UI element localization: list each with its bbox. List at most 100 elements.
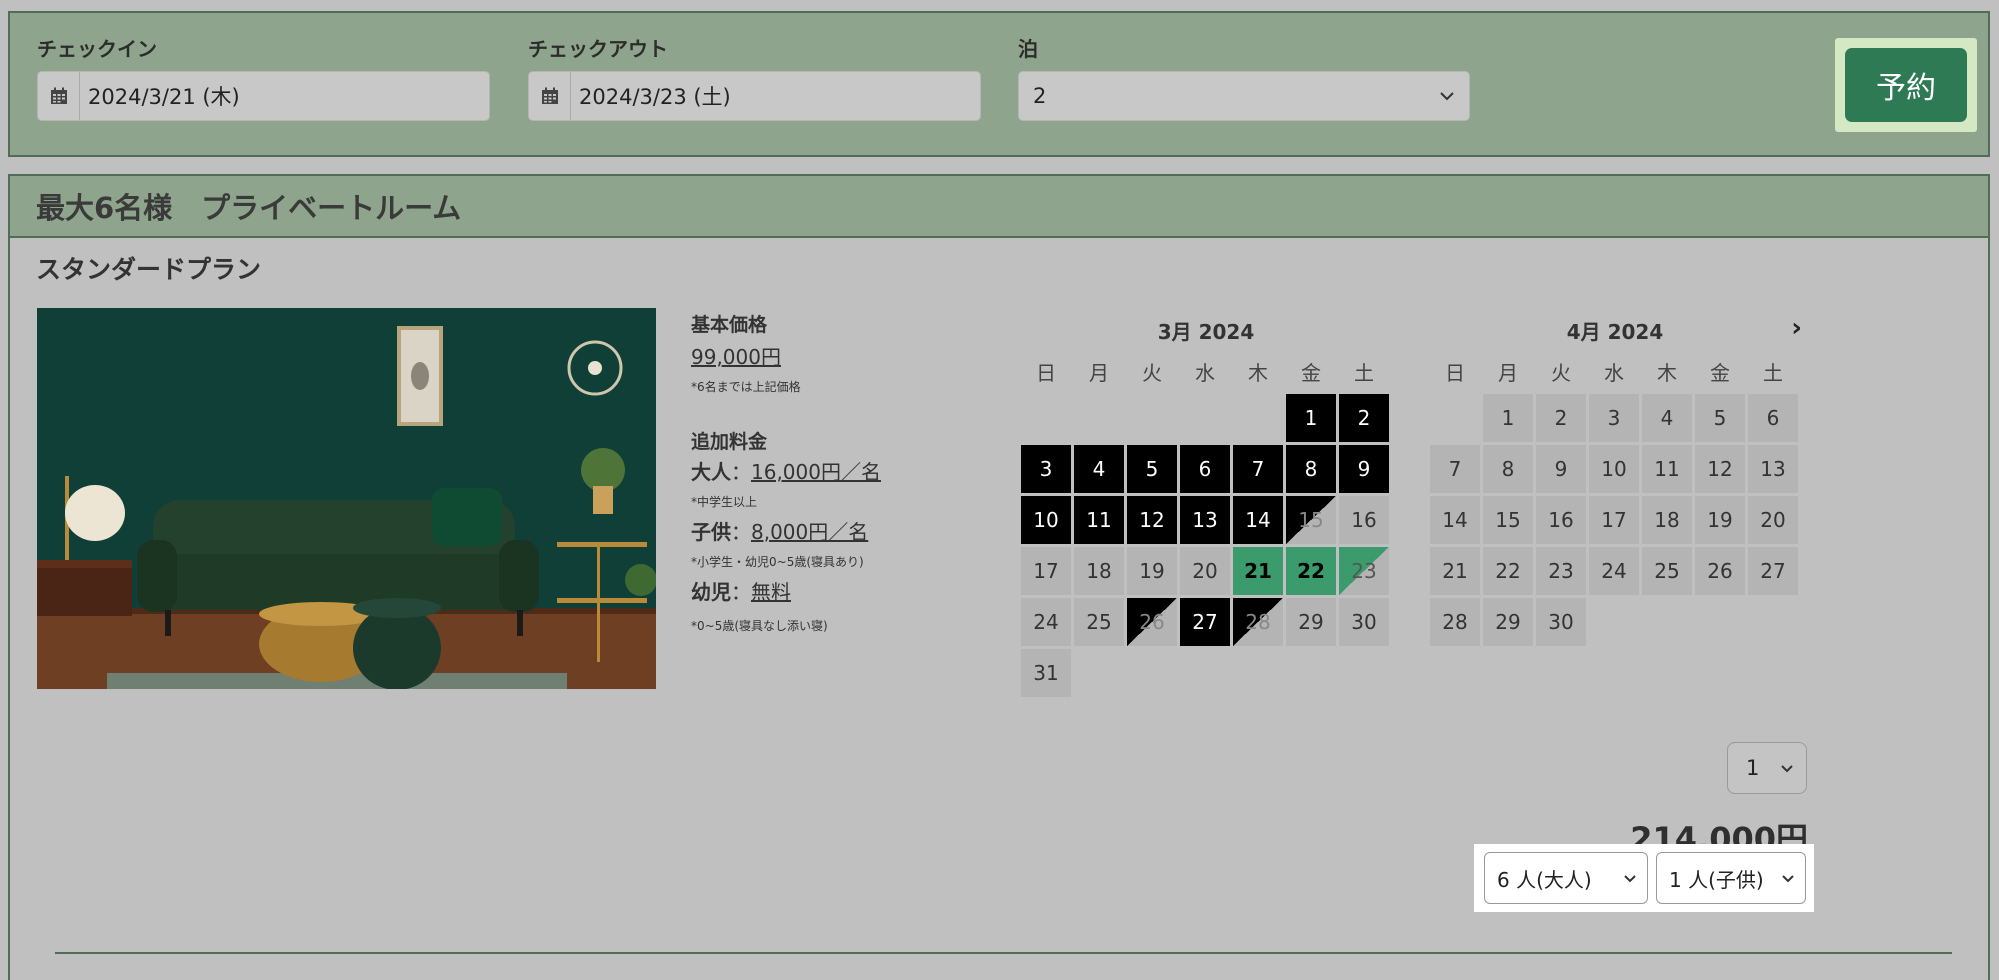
weekday-header: 月 (1498, 361, 1518, 385)
weekday-header: 火 (1551, 361, 1571, 385)
calendar-day[interactable]: 7 (1430, 445, 1480, 493)
calendar-day[interactable]: 19 (1127, 547, 1177, 595)
calendar-day: 1 (1286, 394, 1336, 442)
calendar-day[interactable]: 26 (1695, 547, 1745, 595)
calendar-day[interactable]: 14 (1430, 496, 1480, 544)
reserve-button-focus: 予約 (1835, 38, 1977, 132)
calendar-day: 8 (1286, 445, 1336, 493)
room-panel: 最大6名様 プライベートルーム スタンダードプラン 基本価格 99,000円 *… (8, 174, 1990, 980)
section-divider (55, 952, 1952, 954)
calendar-day[interactable]: 1 (1483, 394, 1533, 442)
calendar-day[interactable]: 10 (1589, 445, 1639, 493)
extra-fee-heading: 追加料金 (691, 431, 768, 453)
calendar-day[interactable]: 22 (1286, 547, 1336, 595)
calendar-day[interactable]: 23 (1339, 547, 1389, 595)
adult-price: 16,000円／名 (751, 460, 881, 484)
reserve-button[interactable]: 予約 (1845, 48, 1967, 122)
room-quantity-select[interactable]: 1 (1727, 742, 1807, 794)
weekday-header: 木 (1248, 361, 1268, 385)
calendar-day: 4 (1074, 445, 1124, 493)
calendar-day[interactable]: 8 (1483, 445, 1533, 493)
child-label: 子供 (691, 520, 731, 544)
calendar-day[interactable]: 30 (1339, 598, 1389, 646)
calendar-blank-cell (1233, 394, 1283, 442)
calendar-day[interactable]: 11 (1642, 445, 1692, 493)
calendar-day: 9 (1339, 445, 1389, 493)
checkout-input[interactable]: 2024/3/23 (土) (528, 71, 981, 121)
calendar-blank-cell (1021, 394, 1071, 442)
adult-fee-row: 大人：16,000円／名 (691, 456, 971, 485)
calendar-day[interactable]: 6 (1748, 394, 1798, 442)
checkin-input[interactable]: 2024/3/21 (木) (37, 71, 490, 121)
calendar-day[interactable]: 21 (1233, 547, 1283, 595)
calendar-day[interactable]: 9 (1536, 445, 1586, 493)
calendar-day[interactable]: 5 (1695, 394, 1745, 442)
infant-fee-row: 幼児：無料 (691, 576, 971, 605)
nights-select[interactable]: 2 (1018, 71, 1470, 121)
calendar-day[interactable]: 31 (1021, 649, 1071, 697)
adults-select[interactable]: 6 人(大人) (1484, 852, 1648, 904)
calendar-blank-cell (1180, 394, 1230, 442)
chevron-down-icon (1781, 764, 1793, 772)
calendar-day[interactable]: 15 (1483, 496, 1533, 544)
child-price: 8,000円／名 (751, 520, 869, 544)
calendar-day[interactable]: 13 (1748, 445, 1798, 493)
adults-value: 6 人(大人) (1497, 867, 1592, 892)
calendar-day[interactable]: 29 (1483, 598, 1533, 646)
chevron-down-icon (1440, 92, 1454, 101)
calendar-day: 3 (1021, 445, 1071, 493)
calendar-day[interactable]: 24 (1021, 598, 1071, 646)
calendar-day[interactable]: 16 (1536, 496, 1586, 544)
living-room-photo (37, 308, 656, 689)
calendar-day[interactable]: 23 (1536, 547, 1586, 595)
calendar-day[interactable]: 4 (1642, 394, 1692, 442)
calendar-grid: 日月火水木金土 1 2 3 4 5 6 7 8 9 10 11 12 13 14 15 16 17 18 19 20 21… (1430, 355, 1800, 646)
weekday-header: 月 (1089, 361, 1109, 385)
calendar-day: 6 (1180, 445, 1230, 493)
room-title: 最大6名様 プライベートルーム (10, 176, 1988, 238)
adult-note: *中学生以上 (691, 495, 758, 509)
calendar-icon (529, 72, 571, 120)
calendar-day[interactable]: 24 (1589, 547, 1639, 595)
weekday-header: 水 (1604, 361, 1624, 385)
children-select[interactable]: 1 人(子供) (1656, 852, 1806, 904)
calendar-day: 13 (1180, 496, 1230, 544)
calendar-day[interactable]: 18 (1074, 547, 1124, 595)
calendar-day[interactable]: 22 (1483, 547, 1533, 595)
base-price: 99,000円 (691, 345, 781, 369)
calendar-day[interactable]: 15 (1286, 496, 1336, 544)
checkout-value: 2024/3/23 (土) (579, 85, 731, 109)
calendar-day[interactable]: 20 (1748, 496, 1798, 544)
calendar-day[interactable]: 25 (1642, 547, 1692, 595)
calendar-day[interactable]: 19 (1695, 496, 1745, 544)
adult-label: 大人 (691, 460, 731, 484)
nights-value: 2 (1033, 84, 1047, 108)
calendar-day: 11 (1074, 496, 1124, 544)
checkin-value: 2024/3/21 (木) (88, 85, 240, 109)
calendar-day[interactable]: 29 (1286, 598, 1336, 646)
calendar-day: 14 (1233, 496, 1283, 544)
calendar-day[interactable]: 28 (1233, 598, 1283, 646)
calendar-day[interactable]: 16 (1339, 496, 1389, 544)
calendar-month-title: 4月 2024 (1566, 320, 1664, 344)
calendar-day[interactable]: 2 (1536, 394, 1586, 442)
calendar-day[interactable]: 12 (1695, 445, 1745, 493)
calendar-day[interactable]: 18 (1642, 496, 1692, 544)
calendar-blank-cell (1127, 394, 1177, 442)
calendar-day[interactable]: 20 (1180, 547, 1230, 595)
calendar-day[interactable]: 25 (1074, 598, 1124, 646)
calendar-day[interactable]: 3 (1589, 394, 1639, 442)
base-price-heading: 基本価格 (691, 314, 768, 336)
weekday-header: 金 (1710, 361, 1730, 385)
calendar-day[interactable]: 21 (1430, 547, 1480, 595)
weekday-header: 土 (1354, 361, 1374, 385)
calendar-day[interactable]: 17 (1021, 547, 1071, 595)
chevron-down-icon (1624, 874, 1636, 882)
calendar-day: 12 (1127, 496, 1177, 544)
calendar-day[interactable]: 30 (1536, 598, 1586, 646)
calendar-day[interactable]: 27 (1748, 547, 1798, 595)
calendar-day[interactable]: 17 (1589, 496, 1639, 544)
calendar-day[interactable]: 26 (1127, 598, 1177, 646)
calendar-day[interactable]: 28 (1430, 598, 1480, 646)
chevron-right-icon[interactable]: › (1791, 315, 1802, 341)
